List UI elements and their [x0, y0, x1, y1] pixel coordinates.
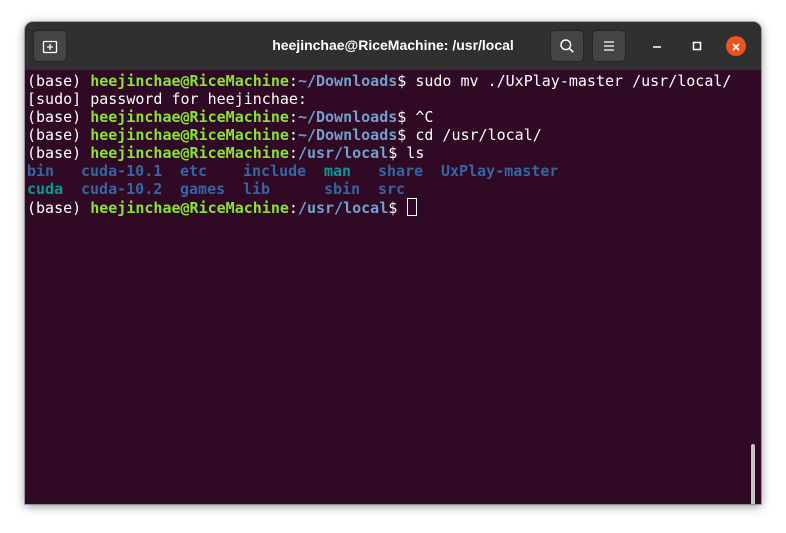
terminal-output-line: [sudo] password for heejinchae: [27, 90, 307, 108]
prompt-separator: : [288, 199, 298, 217]
maximize-button[interactable] [685, 34, 709, 58]
terminal-line: (base) heejinchae@RiceMachine:~/Download… [27, 72, 731, 90]
prompt-user-host: heejinchae@RiceMachine [90, 144, 289, 162]
search-button[interactable] [550, 30, 584, 62]
prompt-dollar: $ [388, 199, 398, 217]
prompt-user-host: heejinchae@RiceMachine [90, 72, 289, 90]
conda-env: (base) [27, 108, 82, 126]
prompt-user-host: heejinchae@RiceMachine [90, 108, 289, 126]
command-text: ls [397, 144, 425, 162]
conda-env: (base) [27, 72, 82, 90]
prompt-dollar: $ [397, 72, 407, 90]
terminal-line: (base) heejinchae@RiceMachine:~/Download… [27, 126, 542, 144]
command-text: sudo mv ./UxPlay-master /usr/local/ [406, 72, 732, 90]
search-icon [560, 39, 574, 53]
conda-env: (base) [27, 126, 82, 144]
new-tab-button[interactable] [33, 30, 67, 62]
terminal-current-line[interactable]: (base) heejinchae@RiceMachine:/usr/local… [27, 198, 418, 217]
vertical-scrollbar[interactable] [751, 444, 755, 504]
new-tab-icon [42, 40, 58, 54]
prompt-separator: : [288, 72, 298, 90]
ls-entry-dir: sbin [324, 180, 361, 198]
terminal-content[interactable]: (base) heejinchae@RiceMachine:~/Download… [25, 70, 761, 504]
close-icon [732, 43, 740, 51]
hamburger-menu-icon [604, 41, 614, 51]
ls-entry-dir: bin [27, 162, 55, 180]
minimize-icon [653, 46, 661, 48]
prompt-separator: : [288, 126, 298, 144]
ls-entry-dir: games [180, 180, 226, 198]
close-button[interactable] [725, 34, 749, 58]
ls-entry-dir: cuda-10.1 [81, 162, 163, 180]
ls-entry-dir: share [378, 162, 424, 180]
minimize-button[interactable] [645, 34, 669, 58]
prompt-separator: : [288, 108, 298, 126]
ls-entry-dir: etc [180, 162, 208, 180]
conda-env: (base) [27, 199, 82, 217]
prompt-dollar: $ [397, 126, 407, 144]
prompt-path: ~/Downloads [297, 126, 398, 144]
maximize-icon [692, 41, 702, 51]
prompt-path: ~/Downloads [297, 108, 398, 126]
terminal-window: heejinchae@RiceMachine: /usr/local (base… [25, 22, 761, 504]
ls-entry-dir: UxPlay-master [441, 162, 559, 180]
terminal-line: (base) heejinchae@RiceMachine:/usr/local… [27, 144, 424, 162]
ls-entry-dir: cuda-10.2 [81, 180, 163, 198]
prompt-path: ~/Downloads [297, 72, 398, 90]
prompt-path: /usr/local [297, 199, 389, 217]
command-text: cd /usr/local/ [406, 126, 542, 144]
prompt-path: /usr/local [297, 144, 389, 162]
ls-entry-dir: include [243, 162, 307, 180]
prompt-user-host: heejinchae@RiceMachine [90, 126, 289, 144]
title-bar[interactable]: heejinchae@RiceMachine: /usr/local [25, 22, 761, 70]
prompt-dollar: $ [397, 108, 407, 126]
ls-entry-dir: lib [243, 180, 271, 198]
menu-button[interactable] [592, 30, 626, 62]
text-cursor [407, 198, 418, 216]
prompt-separator: : [288, 144, 298, 162]
prompt-user-host: heejinchae@RiceMachine [90, 199, 289, 217]
ls-entry-dir: src [378, 180, 406, 198]
ls-entry-link: cuda [27, 180, 64, 198]
prompt-dollar: $ [388, 144, 398, 162]
ls-entry-link: man [324, 162, 352, 180]
command-text [397, 199, 406, 217]
conda-env: (base) [27, 144, 82, 162]
terminal-line: (base) heejinchae@RiceMachine:~/Download… [27, 108, 433, 126]
command-text: ^C [406, 108, 434, 126]
